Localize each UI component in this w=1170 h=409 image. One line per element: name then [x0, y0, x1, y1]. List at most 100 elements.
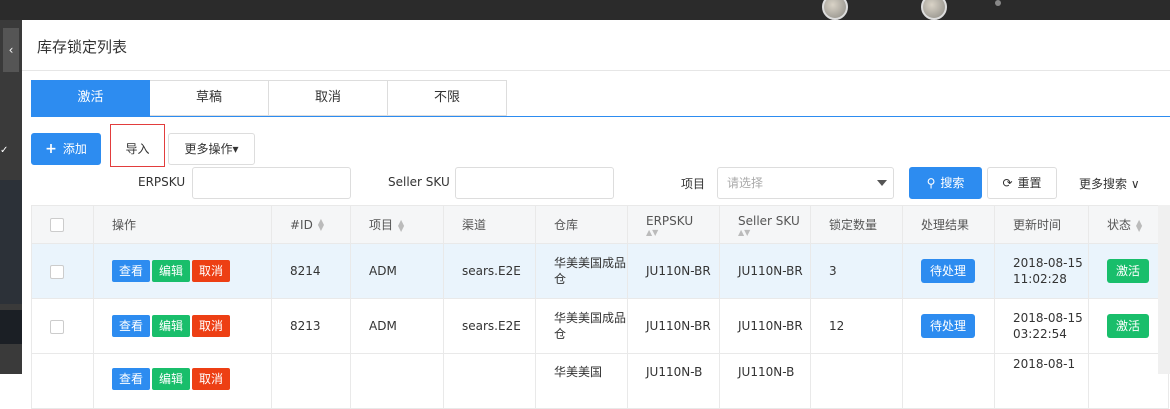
cell-lock-qty: 3: [810, 243, 903, 299]
cell-lock-qty: 12: [810, 298, 903, 354]
cell-seller-sku: JU110N-BR: [719, 298, 811, 354]
reset-button-label: 重置: [1017, 176, 1042, 190]
col-channel: 渠道: [443, 205, 536, 244]
cell-result: [902, 353, 995, 409]
cell-erpsku: JU110N-BR: [627, 298, 720, 354]
cell-project: [350, 353, 444, 409]
row-checkbox[interactable]: [31, 353, 94, 409]
more-search-toggle[interactable]: 更多搜索 ∨: [1079, 175, 1140, 192]
row-checkbox[interactable]: [31, 298, 94, 354]
add-button[interactable]: + 添加: [31, 133, 101, 165]
status-tabs: 激活 草稿 取消 不限: [31, 80, 507, 116]
plus-icon: +: [45, 141, 57, 157]
edit-button[interactable]: 编辑: [152, 315, 191, 337]
sidebar-active-item[interactable]: [0, 310, 22, 344]
inventory-lock-table: 操作 #ID ▲ ▼ 项目 ▲ ▼ 渠道 仓库 ERPSKU ▲▼ Seller SKU ▲…: [31, 205, 1169, 409]
cell-channel: sears.E2E: [443, 298, 536, 354]
cell-updated: 2018-08-15 03:22:54: [994, 298, 1089, 354]
cell-erpsku: JU110N-BR: [627, 243, 720, 299]
tab-active[interactable]: 激活: [31, 80, 150, 116]
chevron-left-icon[interactable]: ‹: [3, 28, 19, 72]
col-updated: 更新时间: [994, 205, 1089, 244]
sort-icon[interactable]: ▲▼: [318, 218, 324, 232]
col-warehouse: 仓库: [535, 205, 628, 244]
sort-icon[interactable]: ▲▼: [738, 228, 810, 236]
search-button-label: 搜索: [940, 176, 965, 190]
cell-result: 待处理: [902, 243, 995, 299]
table-row[interactable]: 查看 编辑 取消 8214 ADM sears.E2E 华美美国成品仓 JU110N…: [31, 243, 1169, 299]
sidebar: ‹ ✓: [0, 20, 22, 374]
reset-button[interactable]: ⟳ 重置: [987, 167, 1057, 199]
cell-updated: 2018-08-15 11:02:28: [994, 243, 1089, 299]
col-actions: 操作: [93, 205, 272, 244]
sidebar-section: [0, 180, 22, 304]
cell-result: 待处理: [902, 298, 995, 354]
cell-lock-qty: [810, 353, 903, 409]
cell-project: ADM: [350, 243, 444, 299]
dot-icon: [995, 0, 1001, 6]
erpsku-input[interactable]: [192, 167, 351, 199]
view-button[interactable]: 查看: [112, 315, 151, 337]
col-erpsku-label: ERPSKU: [646, 213, 694, 228]
tab-draft[interactable]: 草稿: [150, 80, 269, 116]
table-row[interactable]: 查看 编辑 取消 8213 ADM sears.E2E 华美美国成品仓 JU110N…: [31, 298, 1169, 354]
cell-project: ADM: [350, 298, 444, 354]
cell-seller-sku: JU110N-B: [719, 353, 811, 409]
cell-channel: sears.E2E: [443, 243, 536, 299]
result-badge[interactable]: 待处理: [921, 259, 976, 283]
search-icon: ⚲: [926, 176, 936, 190]
avatar[interactable]: [822, 0, 848, 20]
sort-icon[interactable]: ▲▼: [398, 218, 404, 232]
sort-icon[interactable]: ▲▼: [646, 228, 719, 236]
scrollbar[interactable]: [1158, 205, 1170, 374]
cell-seller-sku: JU110N-BR: [719, 243, 811, 299]
cell-status: 激活: [1088, 243, 1169, 299]
project-select[interactable]: 请选择: [717, 167, 894, 199]
col-seller-sku-label: Seller SKU: [738, 213, 800, 228]
edit-button[interactable]: 编辑: [152, 260, 191, 282]
table-header: 操作 #ID ▲ ▼ 项目 ▲ ▼ 渠道 仓库 ERPSKU ▲▼ Seller SKU ▲…: [31, 205, 1169, 244]
user-avatar[interactable]: [921, 0, 947, 20]
tab-cancelled[interactable]: 取消: [269, 80, 388, 116]
top-bar: [0, 0, 1170, 20]
cell-status: 激活: [1088, 298, 1169, 354]
cancel-button[interactable]: 取消: [192, 315, 231, 337]
import-button[interactable]: 导入: [110, 124, 165, 167]
cell-warehouse: 华美美国成品仓: [535, 298, 628, 354]
status-badge: 激活: [1107, 259, 1150, 283]
more-actions-button[interactable]: 更多操作▾: [168, 133, 255, 165]
cell-warehouse: 华美美国成品仓: [535, 243, 628, 299]
result-badge[interactable]: 待处理: [921, 314, 976, 338]
page-title: 库存锁定列表: [37, 38, 128, 56]
divider: [22, 70, 1170, 71]
col-project-label: 项目: [369, 218, 394, 232]
search-button[interactable]: ⚲ 搜索: [909, 167, 982, 199]
select-all-checkbox[interactable]: [31, 205, 94, 244]
seller-sku-input[interactable]: [455, 167, 614, 199]
main-panel: 库存锁定列表 激活 草稿 取消 不限 + 添加 导入 更多操作▾ ERPSKU S…: [22, 20, 1170, 409]
edit-button[interactable]: 编辑: [152, 368, 191, 390]
cell-status: [1088, 353, 1169, 409]
col-id[interactable]: #ID ▲ ▼: [271, 205, 351, 244]
col-lock-qty: 锁定数量: [810, 205, 903, 244]
project-label: 项目: [681, 177, 706, 191]
col-erpsku[interactable]: ERPSKU ▲▼: [627, 205, 720, 244]
table-row[interactable]: 查看 编辑 取消 华美美国 JU110N-B JU110N-B 2018-08-1: [31, 353, 1169, 409]
col-seller-sku[interactable]: Seller SKU ▲▼: [719, 205, 811, 244]
row-checkbox[interactable]: [31, 243, 94, 299]
cancel-button[interactable]: 取消: [192, 260, 231, 282]
col-status[interactable]: 状态 ▲ ▼: [1088, 205, 1169, 244]
sort-icon[interactable]: ▲▼: [1136, 218, 1142, 232]
view-button[interactable]: 查看: [112, 260, 151, 282]
row-actions: 查看 编辑 取消: [93, 298, 272, 354]
add-button-label: 添加: [62, 142, 87, 156]
cell-warehouse: 华美美国: [535, 353, 628, 409]
project-select-placeholder: 请选择: [727, 176, 764, 190]
check-icon: ✓: [0, 145, 9, 156]
col-status-label: 状态: [1107, 218, 1132, 232]
cell-updated: 2018-08-1: [994, 353, 1089, 409]
cancel-button[interactable]: 取消: [192, 368, 231, 390]
view-button[interactable]: 查看: [112, 368, 151, 390]
tab-all[interactable]: 不限: [388, 80, 507, 116]
col-project[interactable]: 项目 ▲ ▼: [350, 205, 444, 244]
